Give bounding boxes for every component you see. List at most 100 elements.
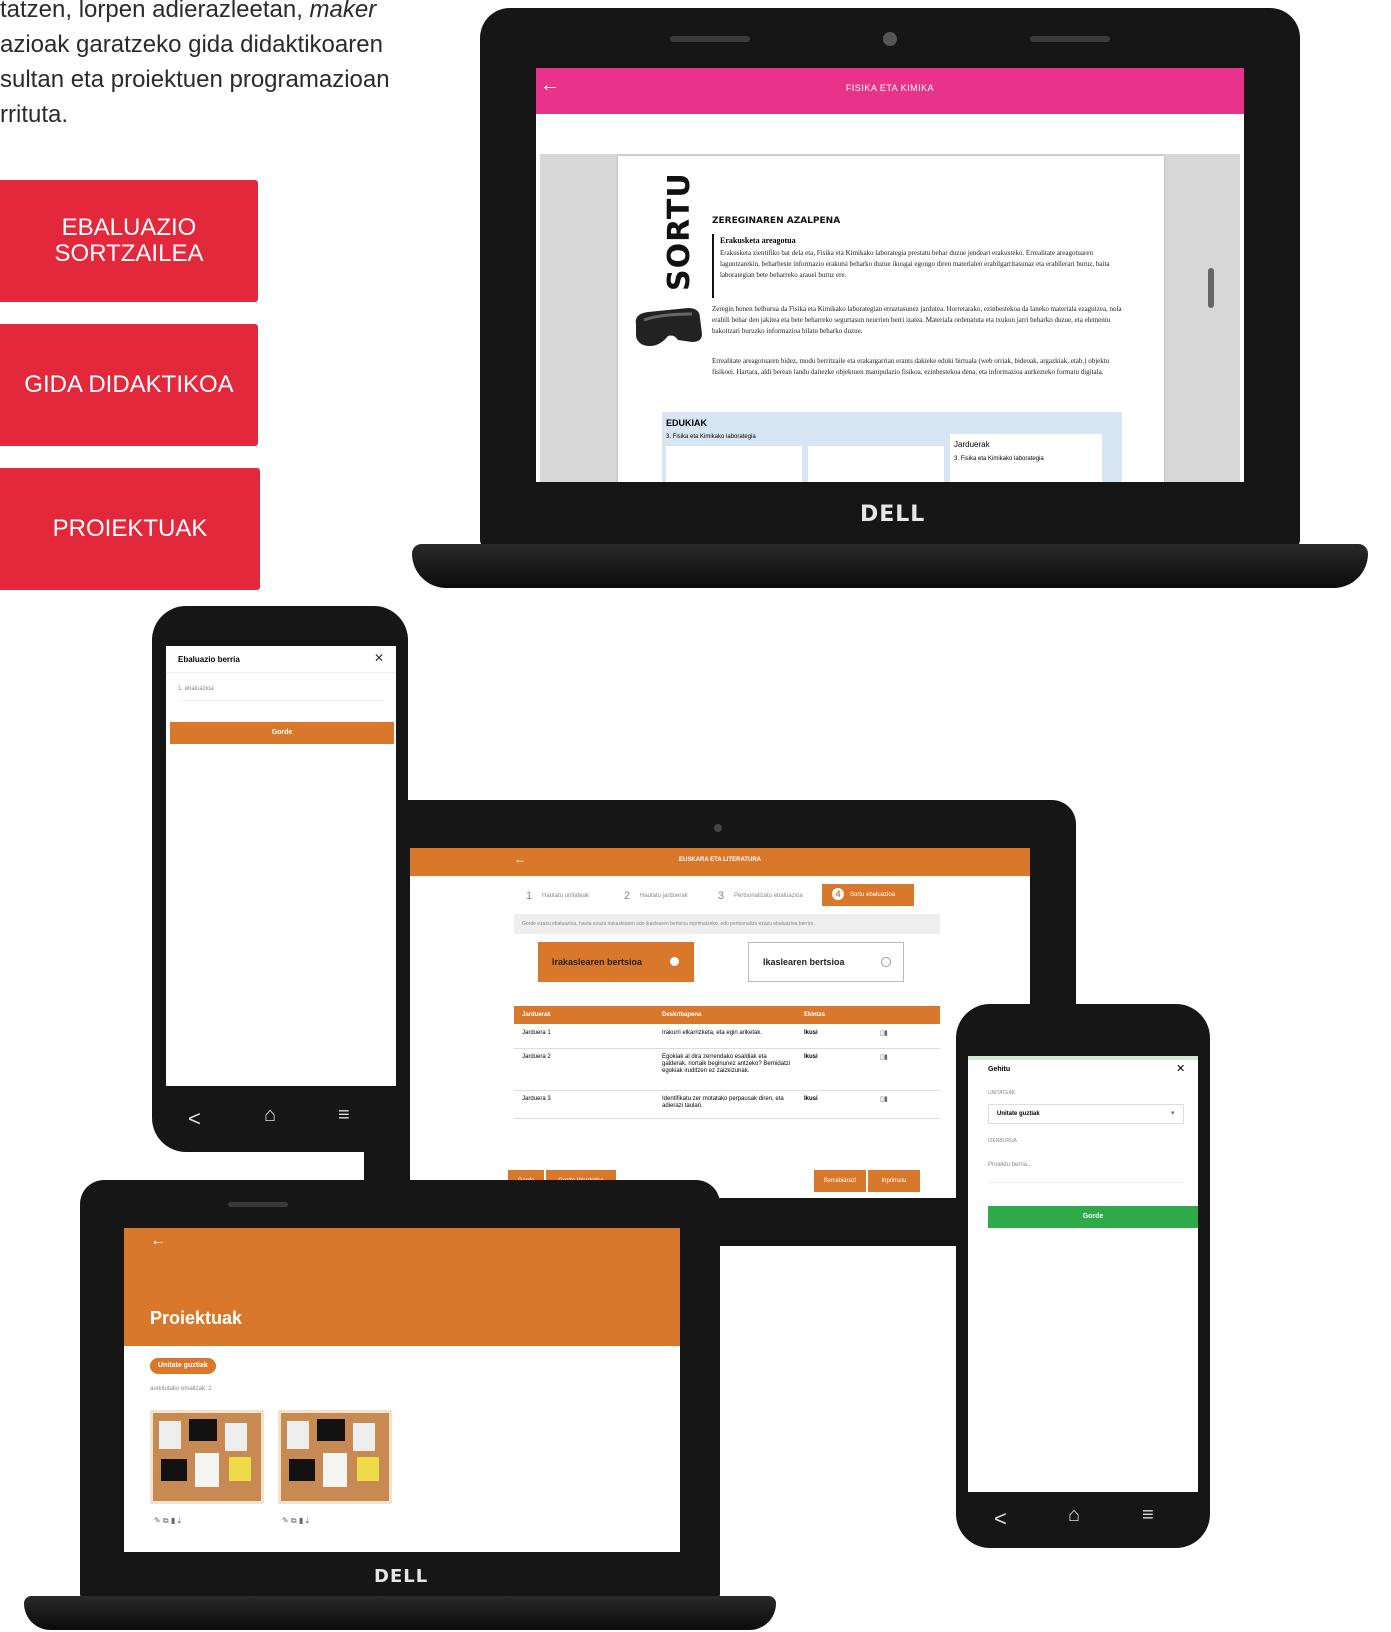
intro-line-3: sultan eta proiektuen programazioan: [0, 66, 390, 93]
step-1[interactable]: 1 Hautatu unitateak: [526, 888, 616, 906]
save-evaluation-button[interactable]: Gorde: [170, 722, 394, 744]
save-project-button[interactable]: Gorde: [988, 1206, 1198, 1228]
webcam-icon: [883, 32, 897, 46]
row-1-name: Jarduera 1: [522, 1030, 551, 1036]
contents-item: 3. Fisika eta Kimikako laborategia: [666, 434, 756, 440]
hinge-slot-left: [670, 36, 750, 42]
projects-button[interactable]: PROIEKTUAK: [0, 468, 260, 590]
viewer-scrollbar[interactable]: [1208, 268, 1214, 308]
intro-line-4: rrituta.: [0, 101, 69, 128]
info-banner: Gorde ezazu ebaluazioa, hauta ezazu irak…: [514, 914, 940, 934]
nav-home-icon[interactable]: ⌂: [264, 1104, 276, 1127]
filter-chip[interactable]: Unitate guztiak: [150, 1358, 216, 1374]
row-1-view-link[interactable]: Ikusi: [804, 1030, 818, 1036]
subject-header: ← FISIKA ETA KIMIKA: [536, 68, 1244, 114]
step-3[interactable]: 3 Pertsonalizatu ebaluazioa: [718, 888, 818, 906]
row-1-desc: Irakurri elkarrizketa, eta egin ariketak…: [662, 1030, 763, 1036]
row-2-name: Jarduera 2: [522, 1054, 551, 1060]
contents-label: EDUKIAK: [666, 418, 708, 428]
step-2[interactable]: 2 Hautatu jarduerak: [624, 888, 714, 906]
row-2-view-link[interactable]: Ikusi: [804, 1054, 818, 1060]
project-card-thumbnail[interactable]: [278, 1410, 392, 1504]
info-text: Gorde ezazu ebaluazioa, hauta ezazu irak…: [522, 921, 815, 927]
row-3-view-link[interactable]: Ikusi: [804, 1096, 818, 1102]
activities-box: Jarduerak 3. Fisika eta Kimikako laborat…: [950, 434, 1102, 482]
projects-title: Proiektuak: [150, 1308, 243, 1328]
project-card-1-actions-icon[interactable]: ✎ ⧉ ▮ ⤓: [154, 1516, 181, 1526]
phone-right: Gehitu ✕ UNITATEAK Unitate guztiak ▾ IZE…: [956, 1004, 1210, 1548]
activities-table-header: Jarduerak Deskribapena Ekintza: [514, 1006, 940, 1024]
laptop-bottom: DELL ← Proiektuak Unitate guztiak aurkit…: [24, 1176, 776, 1632]
didactic-guide-button[interactable]: GIDA DIDAKTIKOA: [0, 324, 258, 446]
didactic-guide-label: GIDA DIDAKTIKOA: [24, 371, 234, 398]
print-button[interactable]: Inprimatu: [868, 1170, 920, 1192]
doc-paragraph-3: Errealitate areagotuaren bidez, modu ber…: [712, 357, 1110, 376]
project-card-2-actions-icon[interactable]: ✎ ⧉ ▮ ⤓: [282, 1516, 309, 1526]
step-3-number: 3: [718, 890, 725, 902]
close-icon[interactable]: ✕: [1176, 1062, 1185, 1075]
intro-line-2: azioak garatzeko gida didaktikoaren: [0, 31, 383, 58]
nav-menu-icon[interactable]: ≡: [1142, 1504, 1154, 1527]
unit-select[interactable]: Unitate guztiak ▾: [988, 1104, 1184, 1124]
step-2-number: 2: [624, 890, 631, 902]
doc-paragraph-2: Zeregin honen helburua da Fisika eta Kim…: [712, 305, 1122, 335]
evaluation-name-field[interactable]: 1. ebaluazioa: [178, 684, 384, 701]
contents-thumb-2: [808, 446, 944, 482]
close-icon[interactable]: ✕: [374, 651, 384, 665]
activities-label: Jarduerak: [954, 440, 990, 449]
chevron-down-icon: ▾: [1171, 1110, 1175, 1117]
nav-home-icon[interactable]: ⌂: [1068, 1504, 1080, 1527]
section-subtitle: Erakusketa areagotua: [720, 236, 796, 245]
subject-title: FISIKA ETA KIMIKA: [845, 83, 935, 93]
tablet-header: ← EUSKARA ETA LITERATURA: [410, 848, 1030, 876]
table-row: Jarduera 1 Irakurri elkarrizketa, eta eg…: [514, 1026, 940, 1049]
evaluation-creator-label: EBALUAZIO SORTZAILEA: [54, 214, 204, 267]
row-2-copy-delete-icon[interactable]: ▯▮: [880, 1053, 888, 1061]
step-4-label: Sortu ebaluazioa: [850, 892, 896, 898]
phone-left: Ebaluazio berria ✕ 1. ebaluazioa Gorde <…: [152, 606, 408, 1152]
table-row: Jarduera 3 Identifikatu zer motatako per…: [514, 1092, 940, 1119]
nav-menu-icon[interactable]: ≡: [338, 1104, 350, 1127]
project-name-input[interactable]: Proiektu berria...: [988, 1152, 1184, 1183]
new-evaluation-title: Ebaluazio berria: [178, 655, 240, 664]
row-3-copy-delete-icon[interactable]: ▯▮: [880, 1095, 888, 1103]
intro-line-1: tatzen, lorpen adierazleetan, maker: [0, 0, 377, 23]
step-3-label: Pertsonalizatu ebaluazioa: [734, 893, 803, 899]
project-name-label: IZENBURUA: [988, 1138, 1017, 1144]
projects-back-arrow-icon[interactable]: ←: [150, 1232, 166, 1250]
step-4-active[interactable]: 4 Sortu ebaluazioa: [822, 884, 914, 906]
laptop-top-screen: ← FISIKA ETA KIMIKA SORTU ZEREGINAREN AZ…: [536, 68, 1244, 482]
new-evaluation-dialog-header: Ebaluazio berria ✕: [166, 646, 396, 673]
evaluation-name-value: 1. ebaluazioa: [178, 686, 214, 692]
row-2-desc: Egokiak al dira zerrendako esaldiak eta …: [662, 1054, 791, 1074]
laptop-top: DELL ← FISIKA ETA KIMIKA SORTU ZEREGINAR…: [412, 0, 1368, 600]
teacher-version-option[interactable]: Irakaslearen bertsioa: [538, 942, 694, 982]
step-2-label: Hautatu jarduerak: [640, 893, 688, 899]
phone-left-screen: Ebaluazio berria ✕ 1. ebaluazioa Gorde: [166, 646, 396, 1086]
laptop-bottom-screen: ← Proiektuak Unitate guztiak aurkitutako…: [124, 1228, 680, 1552]
activities-item: 3. Fisika eta Kimikako laborategia: [954, 456, 1044, 462]
nav-back-icon[interactable]: <: [188, 1106, 201, 1132]
row-1-copy-delete-icon[interactable]: ▯▮: [880, 1029, 888, 1037]
evaluation-creator-button[interactable]: EBALUAZIO SORTZAILEA: [0, 180, 258, 302]
table-row: Jarduera 2 Egokiak al dira zerrendako es…: [514, 1050, 940, 1091]
student-version-option[interactable]: Ikaslearen bertsioa: [748, 942, 904, 982]
row-3-name: Jarduera 3: [522, 1096, 551, 1102]
tablet-screen: ← EUSKARA ETA LITERATURA 1 Hautatu unitat…: [410, 848, 1030, 1198]
hinge-slot-right: [1030, 36, 1110, 42]
add-dialog-title: Gehitu: [988, 1066, 1011, 1073]
laptop-top-base: [412, 544, 1368, 588]
document-viewer: SORTU ZEREGINAREN AZALPENA Erakusketa ar…: [540, 154, 1240, 482]
laptop-bottom-base: [24, 1596, 776, 1630]
project-card-thumbnail[interactable]: [150, 1410, 264, 1504]
results-count: aurkitutako emaitzak: 2: [150, 1386, 212, 1392]
col-action: Ekintza: [804, 1012, 826, 1018]
restart-button[interactable]: Berrabiarazi: [814, 1170, 866, 1192]
teacher-version-label: Irakaslearen bertsioa: [552, 957, 643, 967]
nav-back-icon[interactable]: <: [994, 1506, 1007, 1532]
unit-label: UNITATEAK: [988, 1090, 1016, 1096]
vr-headset-icon: [630, 306, 706, 350]
hinge-slot-left: [228, 1202, 288, 1207]
radio-empty-icon: [881, 957, 891, 967]
col-description: Deskribapena: [662, 1012, 702, 1018]
